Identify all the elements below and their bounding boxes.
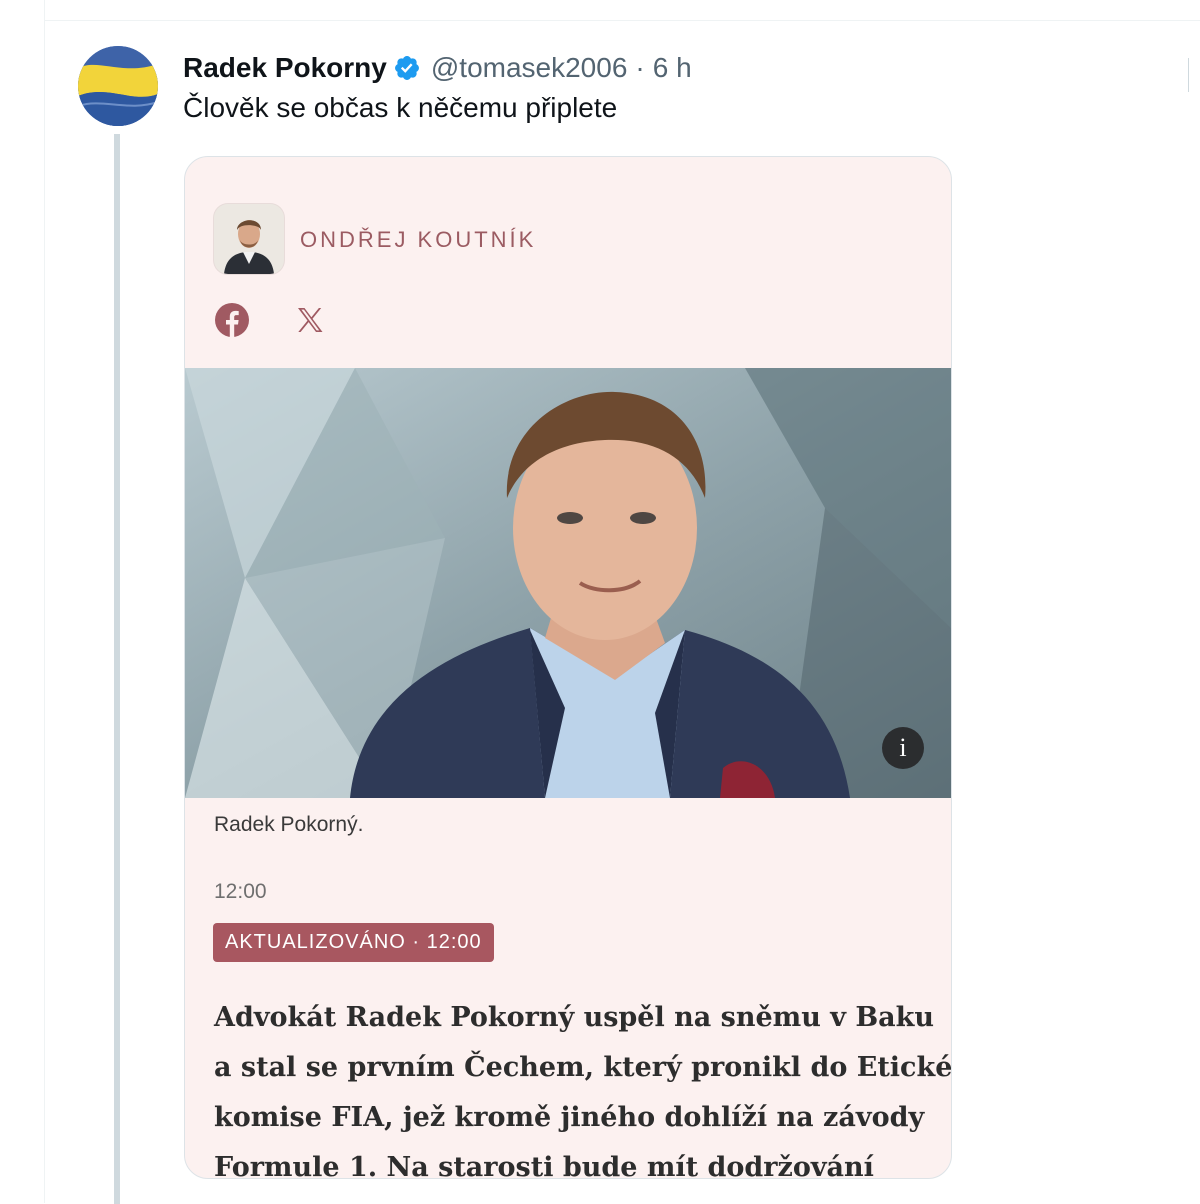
lead-line: a stal se prvním Čechem, který pronikl d… [214, 1052, 952, 1083]
updated-badge: AKTUALIZOVÁNO · 12:00 [213, 923, 494, 962]
author-portrait-icon [214, 204, 284, 274]
separator-dot: · [635, 52, 645, 83]
info-button[interactable]: i [882, 727, 924, 769]
lead-line: komise FIA, jež kromě jiného dohlíží na … [214, 1102, 925, 1133]
tweet-time[interactable]: 6 h [653, 52, 692, 84]
portrait-photo-icon [185, 368, 951, 798]
x-icon[interactable] [295, 305, 325, 335]
thread-connector [114, 134, 120, 1204]
tweet-header: Radek Pokorny @tomasek2006 · 6 h [183, 48, 692, 88]
verified-badge-icon[interactable] [393, 54, 421, 82]
author-label[interactable]: ONDŘEJ KOUTNÍK [300, 227, 536, 253]
photo-caption: Radek Pokorný. [214, 813, 364, 836]
timeline-divider [44, 20, 1200, 21]
author-handle[interactable]: @tomasek2006 [431, 52, 628, 84]
tweet-text: Člověk se občas k něčemu připlete [183, 92, 618, 123]
article-photo[interactable] [185, 368, 951, 798]
article-card[interactable]: ONDŘEJ KOUTNÍK i Radek Pokorný. 12:00 AK… [184, 156, 952, 1179]
facebook-icon[interactable] [215, 303, 249, 337]
author-photo [214, 204, 284, 274]
lead-line: Formule 1. Na starosti bude mít dodržová… [214, 1152, 874, 1179]
column-border [44, 0, 45, 1203]
article-timestamp: 12:00 [214, 880, 267, 903]
ukraine-flag-avatar-icon [78, 46, 158, 126]
article-lead: Advokát Radek Pokorný uspěl na sněmu v B… [214, 993, 952, 1179]
author-name[interactable]: Radek Pokorny [183, 52, 387, 84]
scrollbar[interactable] [1188, 58, 1189, 92]
lead-line: Advokát Radek Pokorný uspěl na sněmu v B… [214, 1002, 934, 1033]
avatar[interactable] [78, 46, 158, 126]
